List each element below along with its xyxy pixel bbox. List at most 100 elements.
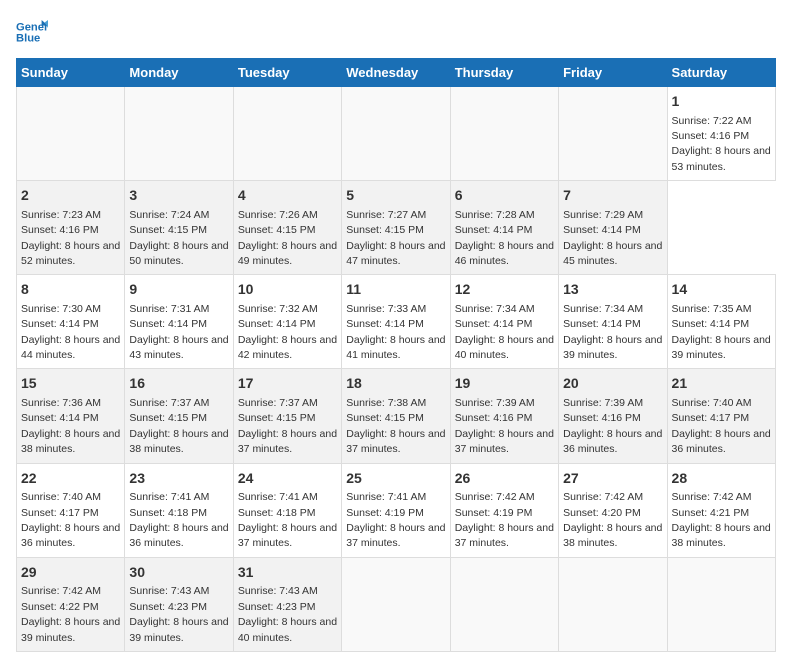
day-number: 31 [238,563,337,583]
day-number: 3 [129,186,228,206]
day-info: Sunrise: 7:42 AMSunset: 4:21 PMDaylight:… [672,491,771,549]
day-info: Sunrise: 7:37 AMSunset: 4:15 PMDaylight:… [129,397,228,455]
day-cell-31: 31Sunrise: 7:43 AMSunset: 4:23 PMDayligh… [233,557,341,651]
calendar-header: SundayMondayTuesdayWednesdayThursdayFrid… [17,59,776,87]
logo-icon: General Blue [16,16,48,48]
day-info: Sunrise: 7:40 AMSunset: 4:17 PMDaylight:… [672,397,771,455]
day-number: 25 [346,469,445,489]
day-info: Sunrise: 7:41 AMSunset: 4:18 PMDaylight:… [238,491,337,549]
day-info: Sunrise: 7:41 AMSunset: 4:19 PMDaylight:… [346,491,445,549]
day-cell-19: 19 Sunrise: 7:39 AMSunset: 4:16 PMDayligh… [450,369,558,463]
day-info: Sunrise: 7:39 AMSunset: 4:16 PMDaylight:… [563,397,662,455]
day-info: Sunrise: 7:42 AMSunset: 4:20 PMDaylight:… [563,491,662,549]
day-info: Sunrise: 7:38 AMSunset: 4:15 PMDaylight:… [346,397,445,455]
day-number: 1 [672,92,771,112]
day-info: Sunrise: 7:24 AMSunset: 4:15 PMDaylight:… [129,209,228,267]
day-info: Sunrise: 7:42 AMSunset: 4:22 PMDaylight:… [21,585,120,643]
header-friday: Friday [559,59,667,87]
day-info: Sunrise: 7:30 AMSunset: 4:14 PMDaylight:… [21,303,120,361]
day-number: 17 [238,374,337,394]
day-cell-17: 17Sunrise: 7:37 AMSunset: 4:15 PMDayligh… [233,369,341,463]
week-row-6: 29Sunrise: 7:42 AMSunset: 4:22 PMDayligh… [17,557,776,651]
logo: General Blue [16,16,52,48]
day-info: Sunrise: 7:43 AMSunset: 4:23 PMDaylight:… [129,585,228,643]
day-cell-5: 5 Sunrise: 7:27 AMSunset: 4:15 PMDaylight… [342,181,450,275]
day-number: 21 [672,374,771,394]
day-cell-20: 20 Sunrise: 7:39 AMSunset: 4:16 PMDayligh… [559,369,667,463]
day-number: 15 [21,374,120,394]
empty-cell [559,87,667,181]
day-number: 12 [455,280,554,300]
day-info: Sunrise: 7:22 AMSunset: 4:16 PMDaylight:… [672,115,771,173]
day-cell-3: 3 Sunrise: 7:24 AMSunset: 4:15 PMDaylight… [125,181,233,275]
day-number: 4 [238,186,337,206]
day-cell-26: 26Sunrise: 7:42 AMSunset: 4:19 PMDayligh… [450,463,558,557]
empty-cell [125,87,233,181]
day-cell-4: 4 Sunrise: 7:26 AMSunset: 4:15 PMDaylight… [233,181,341,275]
day-number: 22 [21,469,120,489]
day-cell-8: 8 Sunrise: 7:30 AMSunset: 4:14 PMDaylight… [17,275,125,369]
day-cell-12: 12 Sunrise: 7:34 AMSunset: 4:14 PMDayligh… [450,275,558,369]
day-info: Sunrise: 7:40 AMSunset: 4:17 PMDaylight:… [21,491,120,549]
week-row-3: 8 Sunrise: 7:30 AMSunset: 4:14 PMDaylight… [17,275,776,369]
header-thursday: Thursday [450,59,558,87]
day-number: 24 [238,469,337,489]
day-info: Sunrise: 7:42 AMSunset: 4:19 PMDaylight:… [455,491,554,549]
day-info: Sunrise: 7:29 AMSunset: 4:14 PMDaylight:… [563,209,662,267]
day-info: Sunrise: 7:41 AMSunset: 4:18 PMDaylight:… [129,491,228,549]
day-number: 27 [563,469,662,489]
day-number: 6 [455,186,554,206]
day-cell-7: 7 Sunrise: 7:29 AMSunset: 4:14 PMDaylight… [559,181,667,275]
day-cell-9: 9 Sunrise: 7:31 AMSunset: 4:14 PMDaylight… [125,275,233,369]
day-cell-18: 18 Sunrise: 7:38 AMSunset: 4:15 PMDayligh… [342,369,450,463]
empty-cell [233,87,341,181]
day-cell-30: 30Sunrise: 7:43 AMSunset: 4:23 PMDayligh… [125,557,233,651]
day-info: Sunrise: 7:28 AMSunset: 4:14 PMDaylight:… [455,209,554,267]
header-sunday: Sunday [17,59,125,87]
day-cell-10: 10Sunrise: 7:32 AMSunset: 4:14 PMDayligh… [233,275,341,369]
day-cell-28: 28Sunrise: 7:42 AMSunset: 4:21 PMDayligh… [667,463,775,557]
day-info: Sunrise: 7:39 AMSunset: 4:16 PMDaylight:… [455,397,554,455]
day-number: 8 [21,280,120,300]
empty-cell [17,87,125,181]
day-number: 29 [21,563,120,583]
header-monday: Monday [125,59,233,87]
day-number: 14 [672,280,771,300]
day-cell-23: 23Sunrise: 7:41 AMSunset: 4:18 PMDayligh… [125,463,233,557]
day-number: 11 [346,280,445,300]
header-saturday: Saturday [667,59,775,87]
day-info: Sunrise: 7:35 AMSunset: 4:14 PMDaylight:… [672,303,771,361]
day-number: 16 [129,374,228,394]
empty-cell [559,557,667,651]
day-cell-1: 1 Sunrise: 7:22 AMSunset: 4:16 PMDaylight… [667,87,775,181]
page-header: General Blue [16,16,776,48]
day-number: 5 [346,186,445,206]
header-wednesday: Wednesday [342,59,450,87]
day-number: 23 [129,469,228,489]
day-cell-16: 16 Sunrise: 7:37 AMSunset: 4:15 PMDayligh… [125,369,233,463]
day-info: Sunrise: 7:23 AMSunset: 4:16 PMDaylight:… [21,209,120,267]
day-number: 30 [129,563,228,583]
day-cell-15: 15Sunrise: 7:36 AMSunset: 4:14 PMDayligh… [17,369,125,463]
day-cell-25: 25Sunrise: 7:41 AMSunset: 4:19 PMDayligh… [342,463,450,557]
day-cell-11: 11 Sunrise: 7:33 AMSunset: 4:14 PMDayligh… [342,275,450,369]
week-row-4: 15Sunrise: 7:36 AMSunset: 4:14 PMDayligh… [17,369,776,463]
empty-cell [450,557,558,651]
day-info: Sunrise: 7:31 AMSunset: 4:14 PMDaylight:… [129,303,228,361]
day-number: 13 [563,280,662,300]
svg-text:Blue: Blue [16,33,40,45]
day-info: Sunrise: 7:33 AMSunset: 4:14 PMDaylight:… [346,303,445,361]
day-number: 7 [563,186,662,206]
day-cell-22: 22Sunrise: 7:40 AMSunset: 4:17 PMDayligh… [17,463,125,557]
day-info: Sunrise: 7:27 AMSunset: 4:15 PMDaylight:… [346,209,445,267]
day-cell-14: 14 Sunrise: 7:35 AMSunset: 4:14 PMDayligh… [667,275,775,369]
day-number: 18 [346,374,445,394]
day-number: 19 [455,374,554,394]
day-number: 9 [129,280,228,300]
day-number: 20 [563,374,662,394]
day-info: Sunrise: 7:26 AMSunset: 4:15 PMDaylight:… [238,209,337,267]
day-info: Sunrise: 7:34 AMSunset: 4:14 PMDaylight:… [455,303,554,361]
header-tuesday: Tuesday [233,59,341,87]
day-cell-24: 24Sunrise: 7:41 AMSunset: 4:18 PMDayligh… [233,463,341,557]
day-info: Sunrise: 7:34 AMSunset: 4:14 PMDaylight:… [563,303,662,361]
